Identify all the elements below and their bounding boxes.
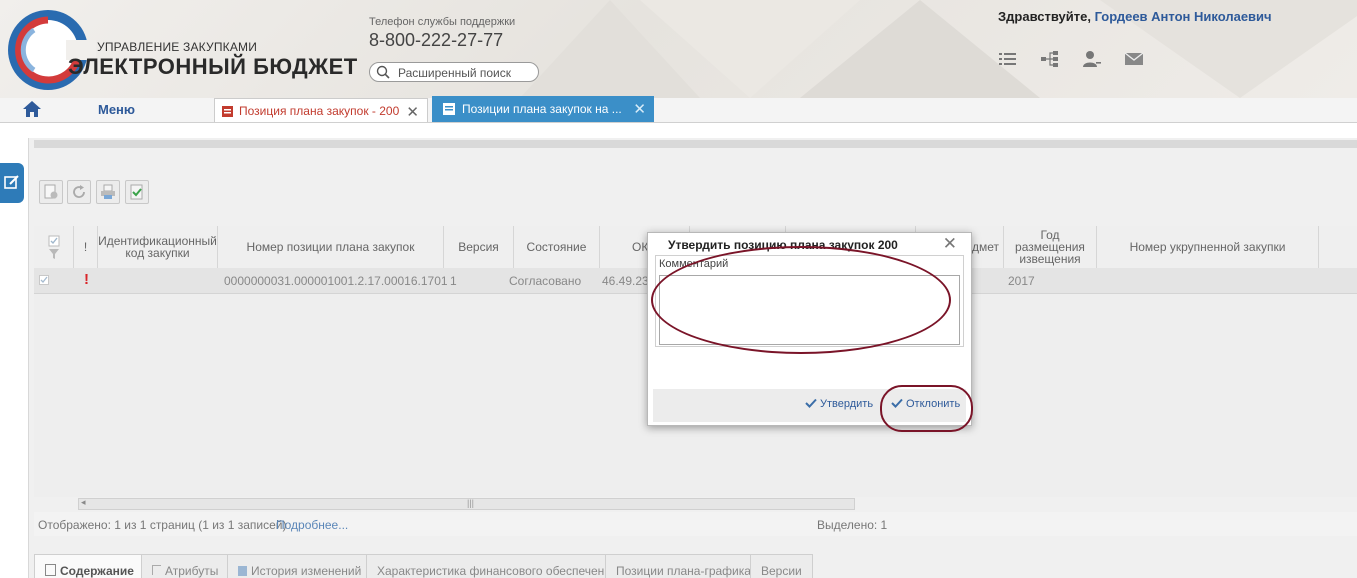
- scroll-grip-icon[interactable]: |||: [467, 498, 474, 508]
- electronic-budget-logo-icon: [8, 10, 96, 90]
- content-icon: [45, 564, 56, 576]
- cell-okp: 46.49.23: [602, 274, 649, 288]
- tab-procurement-item[interactable]: Позиция плана закупок - 200 ✕: [214, 98, 428, 122]
- refresh-icon: [73, 185, 85, 198]
- greeting: Здравствуйте, Гордеев Антон Николаевич: [998, 9, 1272, 24]
- row-checkbox[interactable]: [39, 275, 49, 285]
- tab-change-history[interactable]: История изменений: [227, 554, 373, 578]
- document-icon: [222, 106, 233, 117]
- print-button[interactable]: [96, 180, 120, 204]
- approve-icon: [130, 184, 143, 200]
- print-icon: [101, 184, 115, 199]
- column-procurement-code[interactable]: Идентификационный код закупки: [98, 226, 218, 268]
- users-icon[interactable]: [1082, 50, 1102, 68]
- approve-button[interactable]: [125, 180, 149, 204]
- horizontal-scrollbar[interactable]: ◂ |||: [78, 497, 855, 510]
- cell-plan-number: 0000000031.000001001.2.17.00016.1701: [224, 274, 448, 288]
- support-label: Телефон службы поддержки: [369, 16, 516, 28]
- scroll-left-icon[interactable]: ◂: [81, 497, 86, 508]
- tab-label: Позиции плана закупок на ...: [462, 102, 622, 116]
- close-icon[interactable]: ✕: [943, 234, 957, 254]
- home-icon[interactable]: [22, 100, 42, 118]
- select-all-column[interactable]: [34, 226, 74, 268]
- tab-label: Позиция плана закупок - 200: [239, 104, 400, 118]
- attributes-icon: [152, 565, 161, 575]
- select-filter-icon: [48, 235, 59, 259]
- column-consolidated-number[interactable]: Номер укрупненной закупки: [1097, 226, 1319, 268]
- cell-version: 1: [450, 274, 457, 288]
- mail-icon[interactable]: [1124, 50, 1144, 68]
- column-notice-year[interactable]: Год размещения извещения: [1004, 226, 1097, 268]
- history-icon: [238, 566, 247, 576]
- status-bar: Отображено: 1 из 1 страниц (1 из 1 запис…: [34, 512, 1357, 536]
- user-name-link[interactable]: Гордеев Антон Николаевич: [1095, 9, 1272, 24]
- document-list-icon: [443, 103, 455, 115]
- close-icon[interactable]: ✕: [633, 100, 646, 118]
- search-icon: [376, 65, 390, 79]
- more-details-link[interactable]: Подробнее...: [276, 518, 348, 532]
- tab-procurement-items-active[interactable]: Позиции плана закупок на ... ✕: [432, 96, 654, 122]
- tab-financial-support[interactable]: Характеристика финансового обеспечения: [366, 554, 629, 578]
- side-panel-toggle[interactable]: [0, 163, 24, 203]
- check-icon: [805, 398, 817, 408]
- column-flag[interactable]: !: [74, 226, 98, 268]
- hierarchy-icon[interactable]: [1040, 50, 1060, 68]
- column-plan-number[interactable]: Номер позиции плана закупок: [218, 226, 444, 268]
- displayed-count: Отображено: 1 из 1 страниц (1 из 1 запис…: [38, 518, 287, 532]
- reject-highlight-annotation: [880, 385, 973, 432]
- tab-attributes[interactable]: Атрибуты: [141, 554, 230, 578]
- tab-bar: [0, 98, 1357, 123]
- list-icon[interactable]: [998, 50, 1018, 68]
- cell-state: Согласовано: [509, 274, 582, 288]
- comment-highlight-annotation: [651, 246, 951, 354]
- column-version[interactable]: Версия: [444, 226, 514, 268]
- logo-subtitle: УПРАВЛЕНИЕ ЗАКУПКАМИ: [97, 40, 258, 54]
- tab-versions[interactable]: Версии: [750, 554, 813, 578]
- tab-content[interactable]: Содержание: [34, 554, 145, 578]
- new-document-icon: [44, 184, 58, 199]
- new-document-button[interactable]: [39, 180, 63, 204]
- close-icon[interactable]: ✕: [406, 103, 419, 121]
- refresh-button[interactable]: [67, 180, 91, 204]
- approve-confirm-button[interactable]: Утвердить: [805, 398, 873, 410]
- alert-flag: !: [84, 271, 89, 288]
- support-phone: 8-800-222-27-77: [369, 30, 504, 50]
- tab-schedule-items[interactable]: Позиции плана-графика: [605, 554, 762, 578]
- cell-notice-year: 2017: [1008, 274, 1035, 288]
- selected-count: Выделено: 1: [817, 518, 888, 532]
- search-placeholder: Расширенный поиск: [398, 66, 511, 80]
- column-state[interactable]: Состояние: [514, 226, 600, 268]
- menu-button[interactable]: Меню: [98, 102, 135, 117]
- greeting-text: Здравствуйте,: [998, 9, 1091, 24]
- advanced-search-input[interactable]: Расширенный поиск: [369, 62, 539, 82]
- content-top-strip: [34, 140, 1357, 148]
- logo-title: ЭЛЕКТРОННЫЙ БЮДЖЕТ: [68, 54, 358, 79]
- edit-icon: [4, 175, 19, 189]
